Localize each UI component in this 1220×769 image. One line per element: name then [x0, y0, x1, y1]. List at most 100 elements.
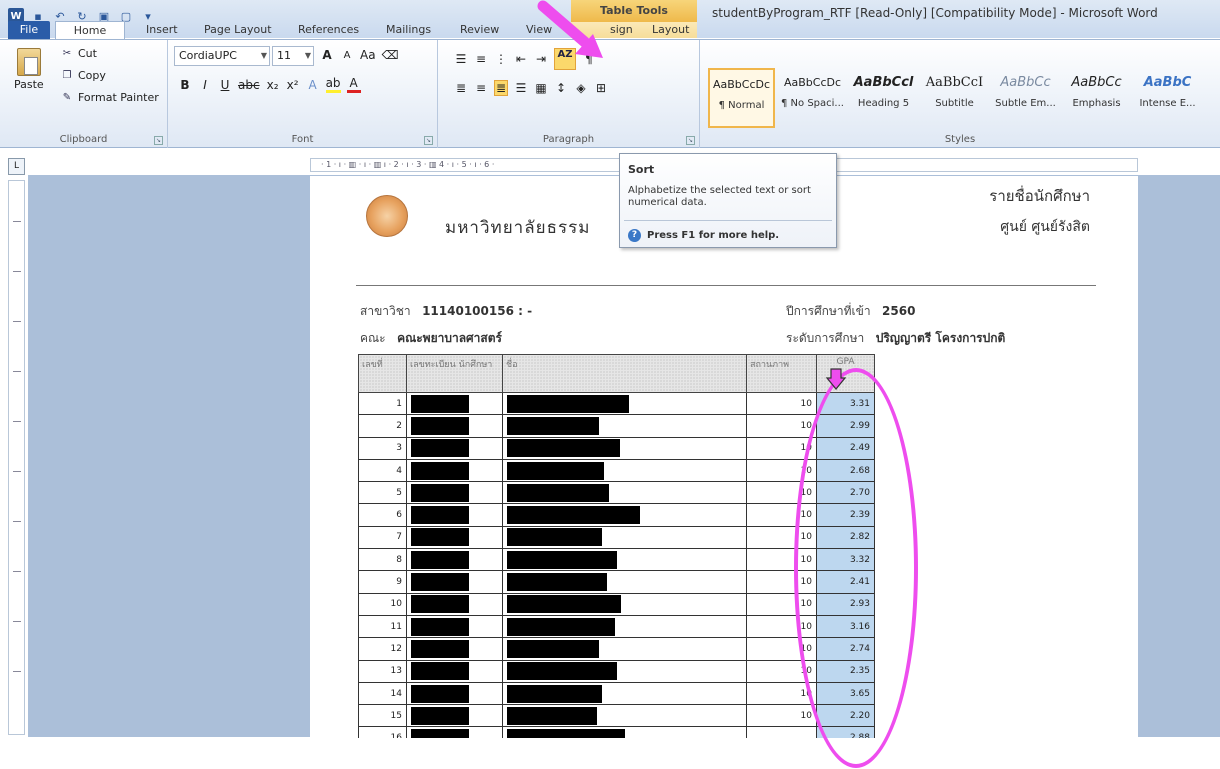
student-name-redacted[interactable]	[502, 458, 747, 483]
cut-button[interactable]: ✂ Cut	[60, 46, 97, 60]
student-id-redacted[interactable]	[406, 414, 503, 438]
row-number[interactable]: 2	[358, 414, 407, 438]
vertical-ruler[interactable]	[8, 180, 25, 735]
text-effects-icon[interactable]: A	[306, 78, 320, 92]
tab-selector-icon[interactable]: L	[8, 158, 25, 175]
student-id-redacted[interactable]	[406, 458, 503, 483]
table-row[interactable]: 13 10 2.35	[358, 659, 875, 683]
col-name-header[interactable]: ชื่อ	[502, 354, 747, 393]
tab-mailings[interactable]: Mailings	[380, 21, 437, 39]
change-case-button[interactable]: Aa	[360, 48, 376, 62]
borders-icon[interactable]: ⊞	[594, 81, 608, 95]
tab-home[interactable]: Home	[55, 21, 125, 41]
student-id-redacted[interactable]	[406, 614, 503, 639]
decrease-indent-icon[interactable]: ⇤	[514, 52, 528, 66]
row-number[interactable]: 4	[358, 458, 407, 483]
row-status[interactable]: 10	[746, 391, 817, 416]
col-status-header[interactable]: สถานภาพ	[746, 354, 817, 393]
row-number[interactable]: 11	[358, 614, 407, 639]
student-id-redacted[interactable]	[406, 704, 503, 728]
table-row[interactable]: 14 10 3.65	[358, 681, 875, 706]
student-id-redacted[interactable]	[406, 592, 503, 616]
student-id-redacted[interactable]	[406, 503, 503, 527]
style-subtle-emphasis[interactable]: AaBbCc Subtle Em...	[992, 68, 1059, 128]
table-row[interactable]: 12 10 2.74	[358, 637, 875, 661]
row-status[interactable]: 10	[746, 704, 817, 728]
student-name-redacted[interactable]	[502, 614, 747, 639]
italic-button[interactable]: I	[198, 78, 212, 92]
bullets-icon[interactable]: ☰	[454, 52, 468, 66]
numbering-icon[interactable]: ≡	[474, 52, 488, 66]
row-number[interactable]: 15	[358, 704, 407, 728]
table-row[interactable]: 2 10 2.99	[358, 414, 875, 438]
tab-insert[interactable]: Insert	[140, 21, 184, 39]
student-name-redacted[interactable]	[502, 548, 747, 572]
font-launcher-icon[interactable]: ↘	[424, 136, 433, 145]
tab-references[interactable]: References	[292, 21, 365, 39]
student-name-redacted[interactable]	[502, 570, 747, 594]
student-id-redacted[interactable]	[406, 525, 503, 550]
justify-icon[interactable]: ☰	[514, 81, 528, 95]
col-number-header[interactable]: เลขที่	[358, 354, 407, 393]
strikethrough-icon[interactable]: abc	[238, 78, 260, 92]
align-right-icon[interactable]: ≣	[494, 80, 508, 96]
copy-button[interactable]: ❐ Copy	[60, 68, 106, 82]
style-emphasis[interactable]: AaBbCc Emphasis	[1063, 68, 1130, 128]
student-id-redacted[interactable]	[406, 436, 503, 460]
table-row[interactable]: 1 10 3.31	[358, 391, 875, 416]
student-name-redacted[interactable]	[502, 681, 747, 706]
row-number[interactable]: 8	[358, 548, 407, 572]
row-number[interactable]: 10	[358, 592, 407, 616]
student-name-redacted[interactable]	[502, 391, 747, 416]
student-id-redacted[interactable]	[406, 481, 503, 505]
student-id-redacted[interactable]	[406, 659, 503, 683]
style-intense-emphasis[interactable]: AaBbC Intense E...	[1134, 68, 1201, 128]
clear-formatting-icon[interactable]: ⌫	[382, 48, 399, 62]
student-name-redacted[interactable]	[502, 481, 747, 505]
paragraph-launcher-icon[interactable]: ↘	[686, 136, 695, 145]
student-id-redacted[interactable]	[406, 637, 503, 661]
student-name-redacted[interactable]	[502, 525, 747, 550]
row-status[interactable]: 10	[746, 414, 817, 438]
clipboard-launcher-icon[interactable]: ↘	[154, 136, 163, 145]
style-normal[interactable]: AaBbCcDc ¶ Normal	[708, 68, 775, 128]
style-subtitle[interactable]: AaBbCcI Subtitle	[921, 68, 988, 128]
student-id-redacted[interactable]	[406, 681, 503, 706]
row-number[interactable]: 1	[358, 391, 407, 416]
shrink-font-button[interactable]: A	[340, 50, 354, 61]
superscript-icon[interactable]: x²	[286, 78, 300, 92]
student-name-redacted[interactable]	[502, 503, 747, 527]
student-id-redacted[interactable]	[406, 726, 503, 738]
student-name-redacted[interactable]	[502, 637, 747, 661]
tab-review[interactable]: Review	[454, 21, 505, 39]
student-id-redacted[interactable]	[406, 570, 503, 594]
row-number[interactable]: 7	[358, 525, 407, 550]
paste-button[interactable]: Paste	[14, 48, 44, 91]
student-name-redacted[interactable]	[502, 659, 747, 683]
grow-font-button[interactable]: A	[320, 48, 334, 62]
tab-layout[interactable]: Layout	[646, 21, 695, 39]
shading-icon[interactable]: ◈	[574, 81, 588, 95]
student-name-redacted[interactable]	[502, 592, 747, 616]
bold-button[interactable]: B	[178, 78, 192, 92]
student-id-redacted[interactable]	[406, 391, 503, 416]
row-number[interactable]: 14	[358, 681, 407, 706]
row-number[interactable]: 13	[358, 659, 407, 683]
font-size-select[interactable]: 11 ▼	[272, 46, 314, 66]
font-family-select[interactable]: CordiaUPC ▼	[174, 46, 270, 66]
style-heading-5[interactable]: AaBbCcl Heading 5	[850, 68, 917, 128]
row-number[interactable]: 16	[358, 726, 407, 738]
distributed-icon[interactable]: ▦	[534, 81, 548, 95]
student-name-redacted[interactable]	[502, 414, 747, 438]
student-name-redacted[interactable]	[502, 704, 747, 728]
font-color-icon[interactable]: A	[346, 76, 361, 93]
subscript-icon[interactable]: x₂	[266, 78, 280, 92]
student-name-redacted[interactable]	[502, 436, 747, 460]
row-status[interactable]	[746, 726, 817, 738]
row-number[interactable]: 12	[358, 637, 407, 661]
row-number[interactable]: 6	[358, 503, 407, 527]
col-student-id-header[interactable]: เลขทะเบียน นักศึกษา	[406, 354, 503, 393]
style-no-spacing[interactable]: AaBbCcDc ¶ No Spaci...	[779, 68, 846, 128]
table-row[interactable]: 162.88	[358, 726, 875, 738]
row-number[interactable]: 3	[358, 436, 407, 460]
